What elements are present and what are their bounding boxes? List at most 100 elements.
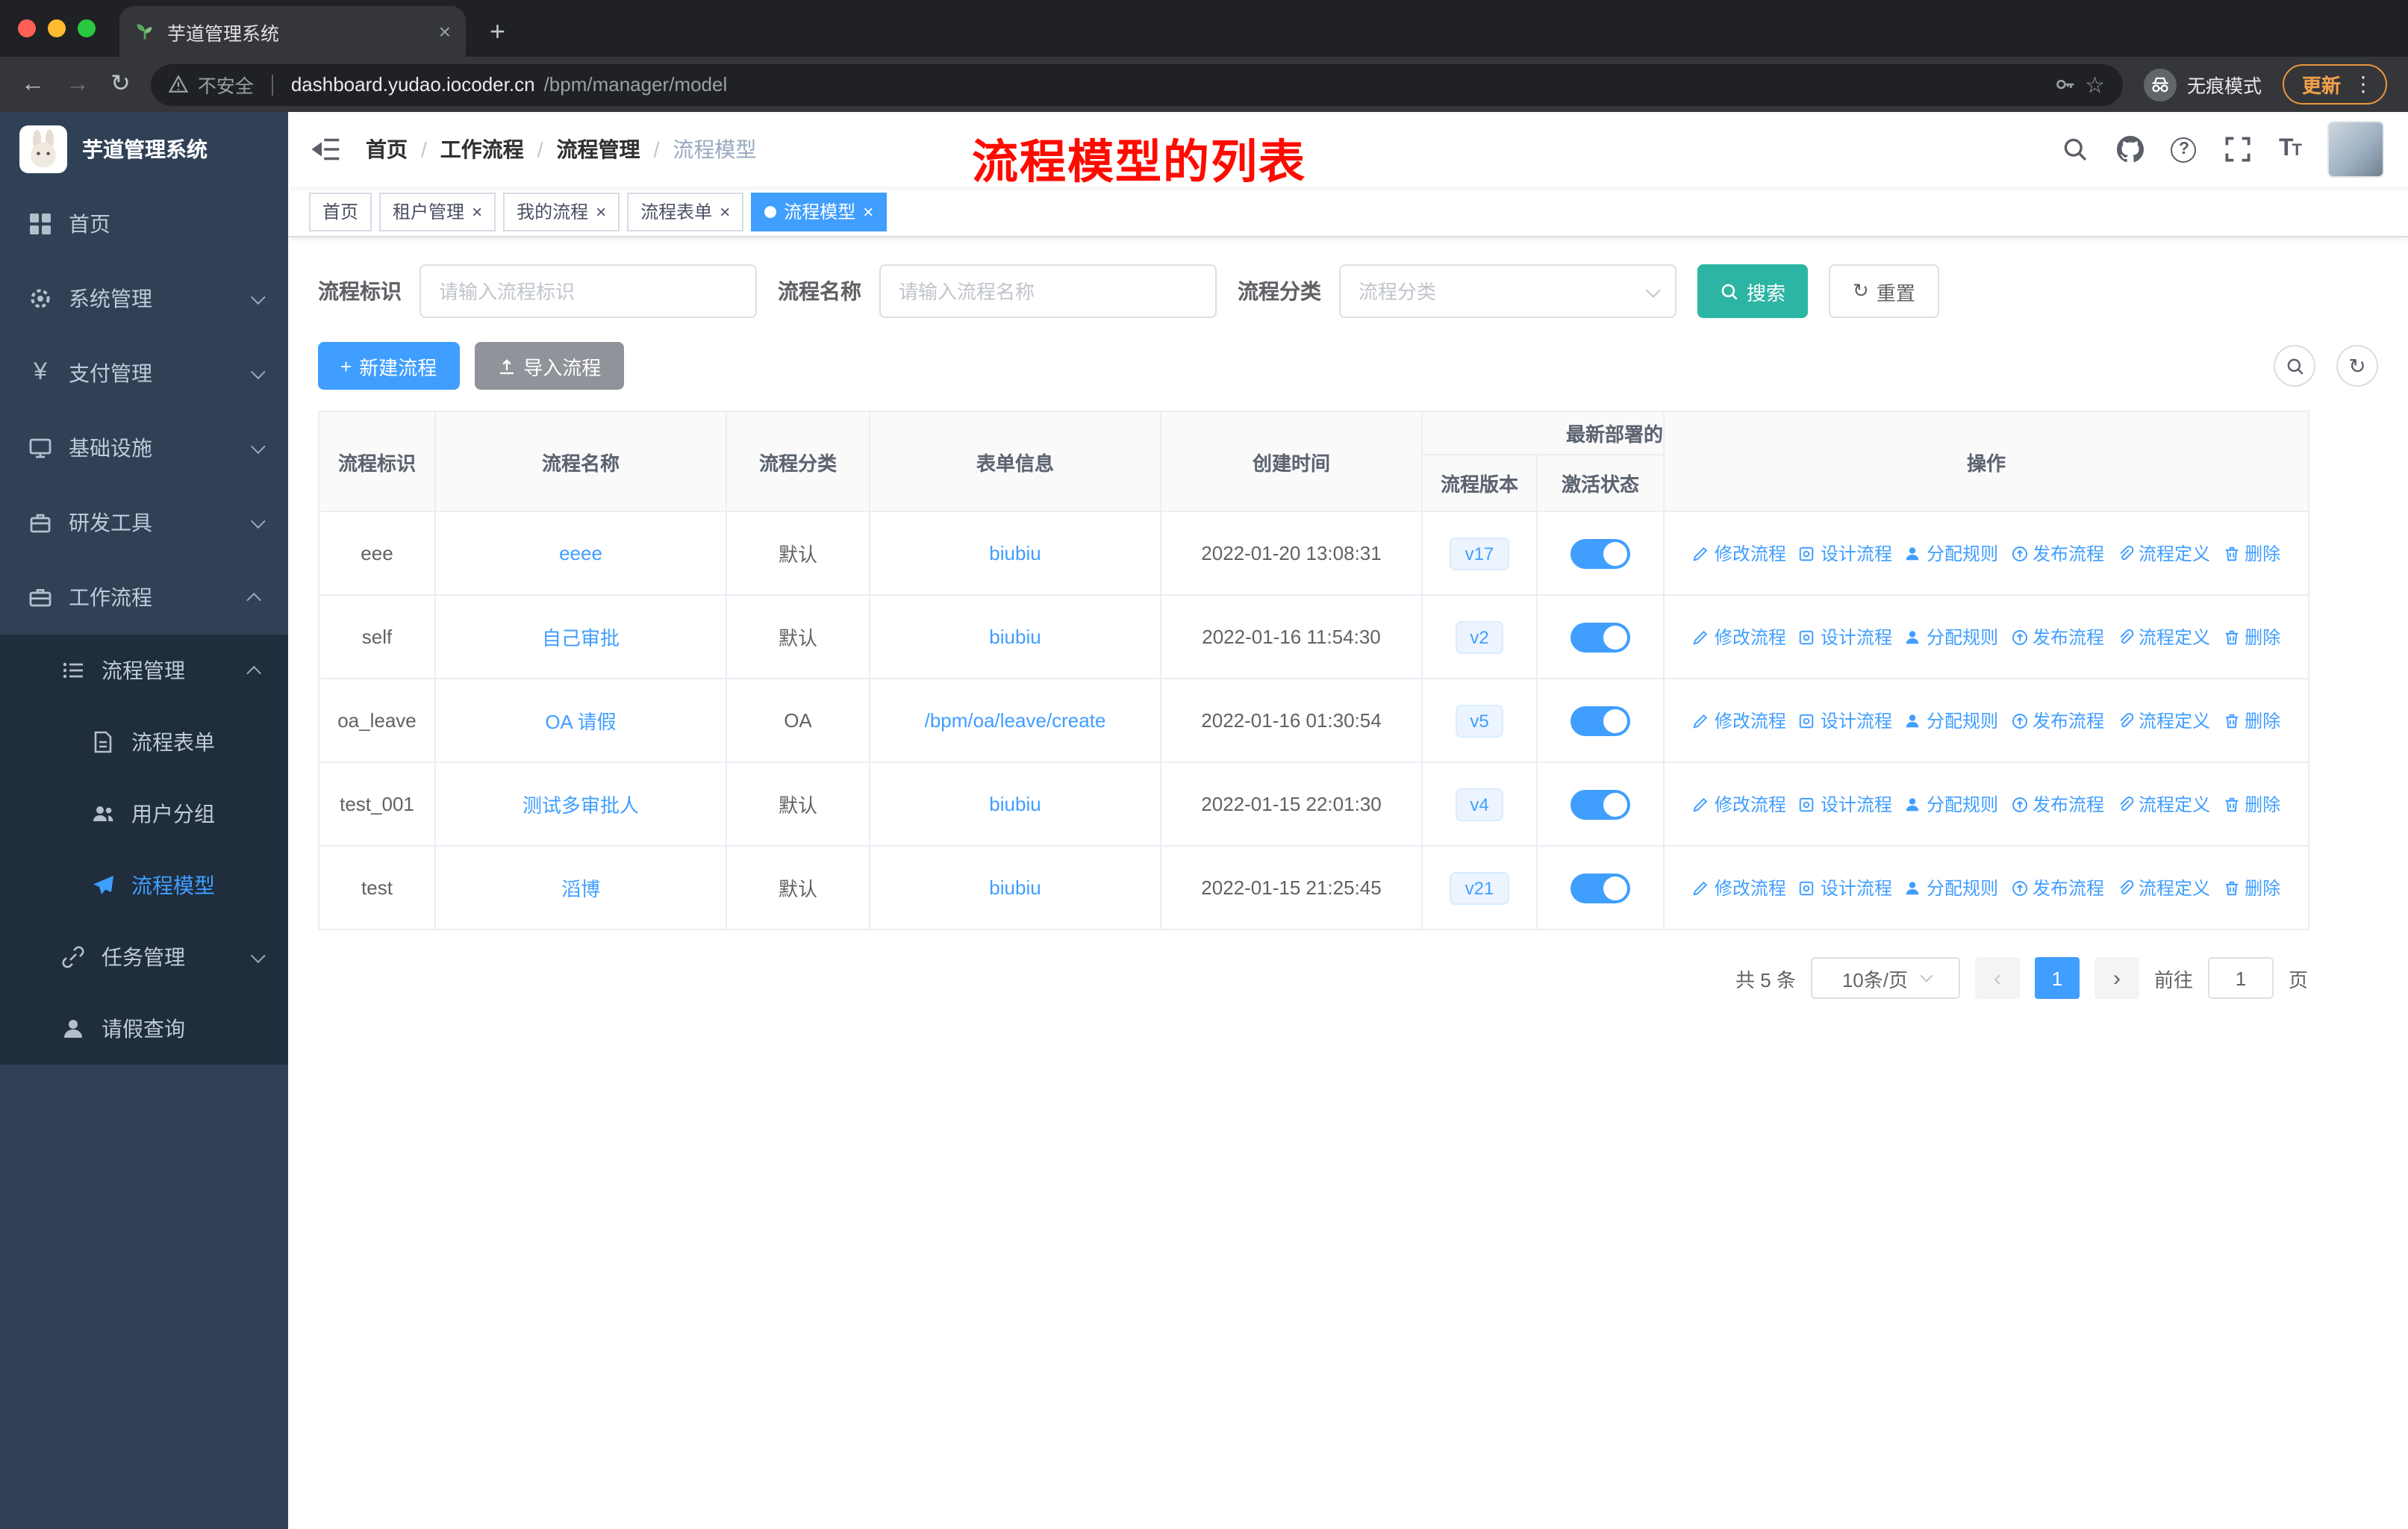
goto-page-input[interactable] (2207, 957, 2274, 999)
sidebar-item-workflow[interactable]: 工作流程 (0, 560, 288, 635)
action-publish-process-link[interactable]: 发布流程 (2010, 875, 2104, 900)
browser-forward-button[interactable]: → (66, 72, 90, 96)
action-process-definition-link[interactable]: 流程定义 (2116, 708, 2210, 733)
browser-back-button[interactable]: ← (21, 72, 45, 96)
process-name-link[interactable]: 自己审批 (542, 627, 620, 650)
help-icon[interactable]: ? (2171, 137, 2197, 162)
action-design-process-link[interactable]: 设计流程 (1798, 875, 1892, 900)
bookmark-star-icon[interactable]: ☆ (2085, 71, 2105, 98)
next-page-button[interactable]: › (2094, 957, 2139, 999)
new-tab-button[interactable]: + (490, 16, 505, 48)
action-modify-process-link[interactable]: 修改流程 (1692, 708, 1786, 733)
action-delete-link[interactable]: 删除 (2222, 791, 2280, 817)
action-process-definition-link[interactable]: 流程定义 (2116, 624, 2210, 650)
page-1-button[interactable]: 1 (2034, 957, 2080, 999)
version-badge[interactable]: v5 (1455, 704, 1504, 737)
sidebar-item-process-management[interactable]: 流程管理 (0, 635, 288, 706)
process-name-link[interactable]: OA 请假 (545, 711, 616, 733)
window-zoom-button[interactable] (78, 19, 96, 37)
action-modify-process-link[interactable]: 修改流程 (1692, 624, 1786, 650)
tag-home[interactable]: 首页 (309, 192, 372, 231)
font-size-icon[interactable]: TT (2279, 136, 2302, 163)
action-assign-rule-link[interactable]: 分配规则 (1904, 541, 1998, 566)
active-toggle[interactable] (1570, 873, 1630, 903)
breadcrumb-home[interactable]: 首页 (366, 134, 408, 164)
category-select[interactable] (1339, 264, 1676, 318)
browser-tab[interactable]: 芋道管理系统 × (119, 6, 466, 57)
show-search-button[interactable] (2274, 345, 2315, 387)
browser-reload-button[interactable]: ↻ (110, 72, 131, 96)
sidebar-item-infrastructure[interactable]: 基础设施 (0, 411, 288, 485)
close-icon[interactable]: × (472, 202, 482, 220)
sidebar-item-process-model[interactable]: 流程模型 (0, 850, 288, 921)
tab-close-icon[interactable]: × (439, 19, 451, 43)
page-size-select[interactable]: 10条/页 (1810, 957, 1960, 999)
update-button[interactable]: 更新 ⋮ (2282, 64, 2387, 105)
version-badge[interactable]: v4 (1455, 788, 1504, 820)
process-name-input[interactable] (879, 264, 1217, 318)
logo[interactable]: 芋道管理系统 (0, 112, 288, 187)
version-badge[interactable]: v17 (1450, 537, 1509, 570)
sidebar-collapse-icon[interactable] (312, 134, 342, 164)
action-design-process-link[interactable]: 设计流程 (1798, 791, 1892, 817)
process-name-link[interactable]: 滔博 (561, 878, 600, 900)
active-toggle[interactable] (1570, 622, 1630, 652)
user-avatar[interactable] (2327, 121, 2384, 178)
browser-menu-icon[interactable]: ⋮ (2353, 72, 2374, 97)
window-close-button[interactable] (18, 19, 36, 37)
form-info-link[interactable]: /bpm/oa/leave/create (925, 709, 1106, 732)
action-design-process-link[interactable]: 设计流程 (1798, 624, 1892, 650)
fullscreen-icon[interactable] (2224, 135, 2252, 164)
process-name-link[interactable]: eeee (559, 542, 602, 564)
action-process-definition-link[interactable]: 流程定义 (2116, 875, 2210, 900)
close-icon[interactable]: × (720, 202, 730, 220)
action-assign-rule-link[interactable]: 分配规则 (1904, 791, 1998, 817)
version-badge[interactable]: v2 (1455, 620, 1504, 653)
action-publish-process-link[interactable]: 发布流程 (2010, 541, 2104, 566)
github-icon[interactable] (2116, 135, 2145, 164)
action-design-process-link[interactable]: 设计流程 (1798, 541, 1892, 566)
sidebar-item-system[interactable]: 系统管理 (0, 261, 288, 336)
action-process-definition-link[interactable]: 流程定义 (2116, 791, 2210, 817)
close-icon[interactable]: × (596, 202, 606, 220)
action-assign-rule-link[interactable]: 分配规则 (1904, 708, 1998, 733)
active-toggle[interactable] (1570, 706, 1630, 735)
address-bar[interactable]: 不安全 dashboard.yudao.iocoder.cn/bpm/manag… (151, 63, 2123, 105)
password-key-icon[interactable] (2053, 73, 2076, 96)
search-button[interactable]: 搜索 (1697, 264, 1809, 318)
tag-process-form[interactable]: 流程表单 × (627, 192, 744, 231)
action-publish-process-link[interactable]: 发布流程 (2010, 791, 2104, 817)
process-name-link[interactable]: 测试多审批人 (523, 794, 639, 817)
form-info-link[interactable]: biubiu (989, 793, 1041, 815)
action-delete-link[interactable]: 删除 (2222, 541, 2280, 566)
tag-my-process[interactable]: 我的流程 × (503, 192, 620, 231)
breadcrumb-process-management[interactable]: 流程管理 (557, 134, 640, 164)
action-publish-process-link[interactable]: 发布流程 (2010, 708, 2104, 733)
action-process-definition-link[interactable]: 流程定义 (2116, 541, 2210, 566)
breadcrumb-workflow[interactable]: 工作流程 (440, 134, 524, 164)
action-modify-process-link[interactable]: 修改流程 (1692, 875, 1786, 900)
action-modify-process-link[interactable]: 修改流程 (1692, 541, 1786, 566)
active-toggle[interactable] (1570, 789, 1630, 819)
sidebar-item-leave-query[interactable]: 请假查询 (0, 993, 288, 1065)
action-publish-process-link[interactable]: 发布流程 (2010, 624, 2104, 650)
create-process-button[interactable]: + 新建流程 (318, 342, 460, 390)
form-info-link[interactable]: biubiu (989, 626, 1041, 648)
sidebar-item-task-management[interactable]: 任务管理 (0, 921, 288, 993)
action-design-process-link[interactable]: 设计流程 (1798, 708, 1892, 733)
process-id-input[interactable] (419, 264, 757, 318)
form-info-link[interactable]: biubiu (989, 876, 1041, 899)
refresh-table-button[interactable]: ↻ (2336, 345, 2378, 387)
sidebar-item-home[interactable]: 首页 (0, 187, 288, 261)
sidebar-item-payment[interactable]: ¥ 支付管理 (0, 336, 288, 411)
sidebar-item-user-group[interactable]: 用户分组 (0, 778, 288, 850)
action-delete-link[interactable]: 删除 (2222, 624, 2280, 650)
import-process-button[interactable]: 导入流程 (474, 342, 624, 390)
sidebar-item-process-form[interactable]: 流程表单 (0, 706, 288, 778)
action-delete-link[interactable]: 删除 (2222, 708, 2280, 733)
reset-button[interactable]: ↻ 重置 (1829, 264, 1939, 318)
prev-page-button[interactable]: ‹ (1974, 957, 2020, 999)
version-badge[interactable]: v21 (1450, 871, 1509, 904)
action-assign-rule-link[interactable]: 分配规则 (1904, 624, 1998, 650)
action-modify-process-link[interactable]: 修改流程 (1692, 791, 1786, 817)
